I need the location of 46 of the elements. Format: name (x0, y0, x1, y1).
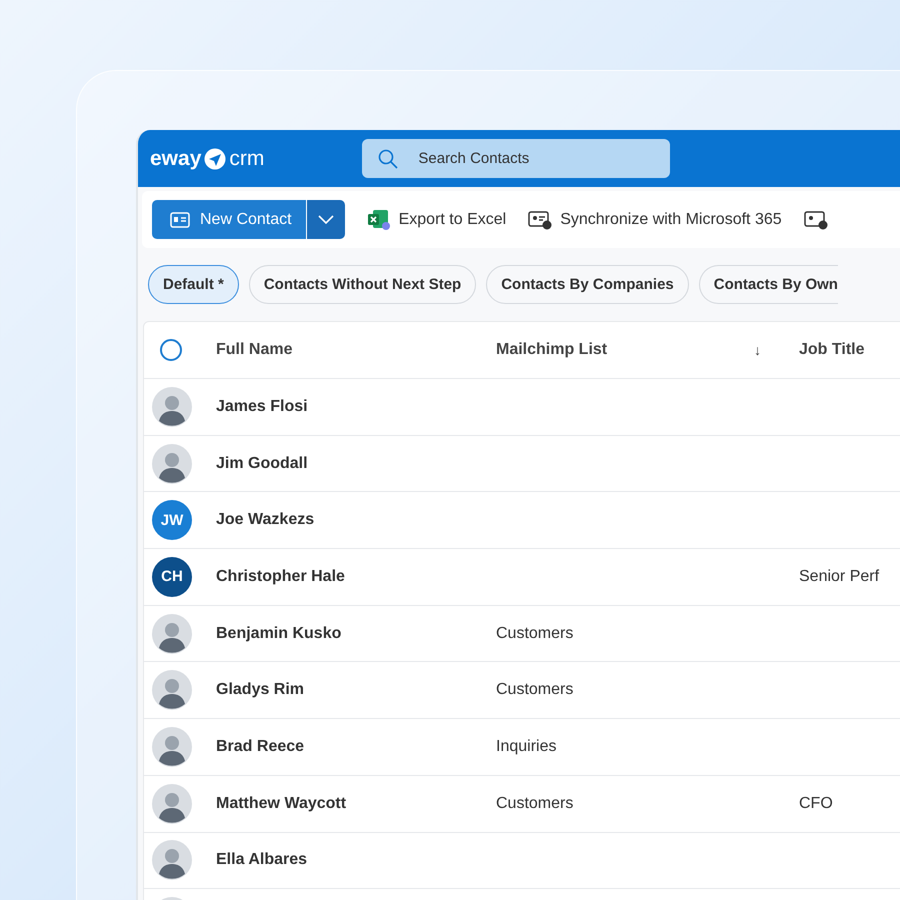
avatar-silhouette (152, 726, 192, 767)
view-tab[interactable]: Contacts By Own (698, 265, 838, 304)
column-header[interactable]: Mailchimp List (496, 341, 754, 359)
dropdown-button[interactable] (306, 200, 345, 239)
chevron-down-icon (318, 214, 334, 224)
table-cell-text: CFO (799, 794, 834, 813)
toolbar-action[interactable] (804, 210, 828, 230)
toolbar-action[interactable]: Synchronize with Microsoft 365 (528, 210, 782, 230)
column-header[interactable]: Job Title (799, 341, 900, 359)
avatar-silhouette (152, 444, 192, 484)
contact-name[interactable]: Brad Reece (216, 738, 496, 756)
contact-name[interactable]: James Flosi (216, 398, 496, 416)
search-icon (378, 149, 398, 169)
contact-name[interactable]: Christopher Hale (216, 568, 496, 586)
view-tab[interactable]: Contacts By Companies (486, 265, 689, 304)
contact-name[interactable]: Joe Wazkezs (216, 511, 496, 530)
table-cell-text: Customers (496, 624, 574, 643)
toolbar-action[interactable]: Export to Excel (366, 208, 506, 230)
initials-avatar: JW (152, 500, 192, 540)
search-field[interactable]: Search Contacts (362, 139, 670, 178)
sort-arrow[interactable]: ↓ (754, 342, 799, 358)
table-cell-text: Customers (496, 681, 574, 700)
avatar-silhouette (152, 840, 192, 880)
table-cell-text: Senior Perf (799, 568, 880, 586)
spreadsheet-icon (366, 208, 391, 230)
column-header[interactable]: Full Name (216, 341, 496, 359)
view-tab[interactable]: Default * (148, 265, 239, 304)
contact-name[interactable]: Benjamin Kusko (216, 624, 496, 643)
new-contact-button[interactable]: New Contact (152, 200, 306, 239)
avatar-silhouette (152, 614, 192, 654)
avatar-silhouette (152, 386, 192, 427)
view-tab[interactable]: Contacts Without Next Step (248, 265, 476, 304)
table-cell-text: Customers (496, 794, 574, 813)
contact-card-icon (170, 212, 190, 228)
table-cell-text: Inquiries (496, 738, 558, 756)
contact-name[interactable]: Gladys Rim (216, 681, 496, 700)
contact-card-sync-icon (528, 210, 552, 230)
contact-name[interactable]: Jim Goodall (216, 454, 496, 473)
contact-card-icon (804, 210, 828, 230)
logo: eway crm (150, 146, 264, 170)
select-all-checkbox[interactable] (160, 339, 182, 361)
contact-name[interactable]: Matthew Waycott (216, 794, 496, 813)
avatar-silhouette (152, 784, 192, 824)
contact-name[interactable]: Ella Albares (216, 851, 496, 870)
initials-avatar: CH (152, 556, 192, 597)
avatar-silhouette (152, 670, 192, 710)
